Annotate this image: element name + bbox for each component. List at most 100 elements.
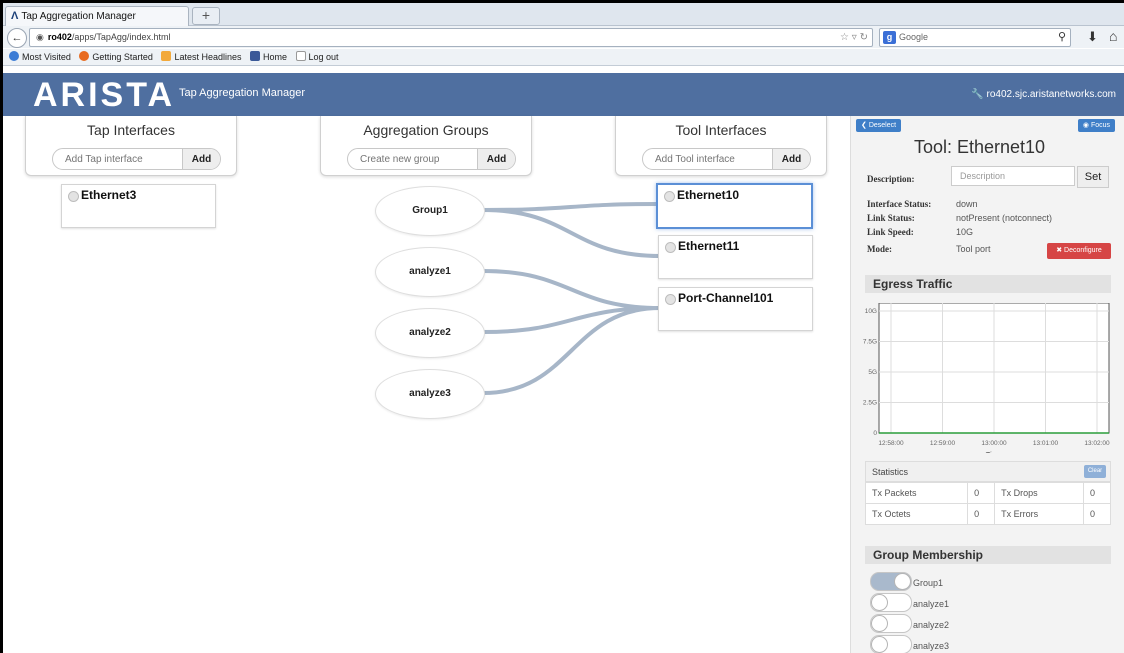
tap-node-ethernet3[interactable]: Ethernet3	[61, 184, 216, 228]
tap-interfaces-title: Tap Interfaces	[87, 122, 175, 138]
membership-toggle-analyze1[interactable]	[870, 593, 912, 612]
browser-tab[interactable]: Λ Tap Aggregation Manager	[5, 6, 189, 26]
dropdown-icon[interactable]: ▿	[852, 32, 857, 43]
egress-traffic-chart: 12:58:00 12:59:00 13:00:00 13:01:00 13:02:00…	[863, 302, 1113, 459]
eye-icon: ◉	[1082, 122, 1089, 129]
tool-node-ethernet11[interactable]: Ethernet11	[658, 235, 813, 279]
bookmark-getting-started[interactable]: Getting Started	[79, 49, 153, 65]
new-tab-button[interactable]: +	[192, 7, 220, 25]
status-dot-icon	[665, 242, 676, 253]
connection-line	[482, 208, 661, 258]
chart-x-tick-label: 13:01:00	[1033, 440, 1059, 447]
group-node-analyze2[interactable]: analyze2	[375, 308, 485, 358]
create-group-input[interactable]	[358, 151, 472, 168]
toggle-knob	[871, 615, 888, 632]
description-input[interactable]: Description	[951, 166, 1075, 186]
deconfigure-button[interactable]: ✖ Deconfigure	[1047, 243, 1111, 259]
globe-icon: ◉	[36, 32, 44, 42]
group-node-group1[interactable]: Group1	[375, 186, 485, 236]
rss-icon	[161, 51, 172, 61]
chart-y-tick-label: 2.5G	[863, 400, 877, 407]
download-icon[interactable]: ⬇	[1087, 29, 1098, 45]
status-dot-icon	[664, 191, 675, 202]
add-tap-button[interactable]: Add	[182, 149, 220, 169]
chart-y-tick-label: 5G	[868, 369, 877, 376]
chart-y-tick-label: 7.5G	[863, 339, 877, 346]
bookmark-home[interactable]: Home	[250, 49, 287, 65]
membership-toggle-group1[interactable]	[870, 572, 912, 591]
chart-y-tick-label: 0	[873, 430, 877, 437]
link-speed-value: 10G	[956, 227, 974, 237]
bookmark-log-out[interactable]: Log out	[295, 49, 339, 65]
bookmark-latest-headlines[interactable]: Latest Headlines	[161, 49, 241, 65]
add-group-button[interactable]: Add	[477, 149, 515, 169]
back-button[interactable]: ←	[7, 28, 27, 48]
tap-interfaces-column: Tap Interfaces Add	[25, 116, 237, 176]
tool-node-ethernet10[interactable]: Ethernet10	[656, 183, 813, 229]
add-tool-input[interactable]	[653, 151, 767, 168]
reload-icon[interactable]: ↻	[860, 32, 868, 43]
home-icon[interactable]: ⌂	[1109, 28, 1117, 44]
toggle-knob	[871, 636, 888, 653]
arista-logo: ARISTA	[33, 76, 176, 114]
wrench-icon: 🔧	[971, 89, 984, 100]
chart-y-tick-label: 10G	[865, 308, 877, 315]
search-placeholder: Google	[899, 32, 929, 42]
chart-x-tick-label: 12:59:00	[930, 440, 956, 447]
arista-logo-icon: Λ	[11, 10, 19, 22]
tap-node-label: Ethernet3	[81, 188, 137, 202]
statistics-title: Statistics	[872, 467, 909, 477]
deselect-button[interactable]: ❮ Deselect	[856, 119, 902, 132]
star-icon[interactable]: ☆	[840, 32, 849, 43]
membership-label: analyze2	[913, 620, 950, 630]
add-tool-button[interactable]: Add	[772, 149, 810, 169]
link-status-label: Link Status:	[867, 213, 915, 223]
group-membership-header: Group Membership	[865, 546, 1111, 564]
browser-window: Λ Tap Aggregation Manager + ← ◉ ro402/apps…	[3, 3, 1124, 653]
aggregation-groups-column: Aggregation Groups Add	[320, 116, 532, 176]
stat-label: Tx Packets	[864, 482, 969, 504]
firefox-icon	[79, 51, 90, 61]
app-title: Tap Aggregation Manager	[179, 87, 305, 99]
membership-toggle-analyze3[interactable]	[870, 635, 912, 653]
chart-x-axis-label: Time	[986, 450, 1002, 453]
chart-x-tick-label: 13:02:00	[1084, 440, 1110, 447]
egress-traffic-header: Egress Traffic	[865, 275, 1111, 293]
group-node-analyze3[interactable]: analyze3	[375, 369, 485, 419]
chevron-left-icon: ❮	[861, 122, 867, 129]
link-speed-label: Link Speed:	[867, 227, 914, 237]
status-dot-icon	[665, 294, 676, 305]
aggregation-groups-title: Aggregation Groups	[363, 122, 489, 138]
bookmark-most-visited[interactable]: Most Visited	[9, 49, 71, 65]
search-icon[interactable]: ⚲	[1058, 29, 1066, 46]
tool-node-label: Port-Channel101	[678, 291, 774, 305]
set-button[interactable]: Set	[1077, 166, 1109, 188]
membership-label: analyze3	[913, 641, 950, 651]
clear-button[interactable]: Clear	[1084, 465, 1106, 478]
panel-title: Tool: Ethernet10	[913, 137, 1046, 157]
tool-node-label: Ethernet11	[678, 239, 740, 253]
url-bar[interactable]: ◉ ro402/apps/TapAgg/index.html ☆ ▿ ↻	[29, 28, 873, 47]
membership-toggle-analyze2[interactable]	[870, 614, 912, 633]
statistics-header: Statistics Clear	[865, 461, 1111, 482]
toggle-knob	[871, 594, 888, 611]
description-label: Description:	[867, 174, 915, 184]
status-dot-icon	[68, 191, 79, 202]
table-row: Tx Packets 0 Tx Drops 0	[864, 482, 1111, 504]
focus-button[interactable]: ◉ Focus	[1077, 119, 1115, 132]
url-icons: ☆ ▿ ↻	[840, 29, 868, 46]
mode-value: Tool port	[956, 244, 991, 254]
nav-bar: ← ◉ ro402/apps/TapAgg/index.html ☆ ▿ ↻ gG…	[3, 26, 1124, 48]
membership-label: analyze1	[913, 599, 950, 609]
connection-line	[482, 269, 661, 310]
topology-canvas: Tap Interfaces Add Aggregation Groups Ad…	[3, 116, 848, 653]
add-tap-input[interactable]	[63, 151, 177, 168]
firefox-icon	[9, 51, 19, 61]
stat-label: Tx Octets	[864, 503, 969, 525]
search-bar[interactable]: g Google ⚲	[879, 28, 1071, 47]
tab-title: Tap Aggregation Manager	[21, 11, 136, 22]
google-icon: g	[883, 31, 896, 44]
group-node-analyze1[interactable]: analyze1	[375, 247, 485, 297]
tool-node-port-channel101[interactable]: Port-Channel101	[658, 287, 813, 331]
tool-input-group: Add	[642, 148, 811, 170]
